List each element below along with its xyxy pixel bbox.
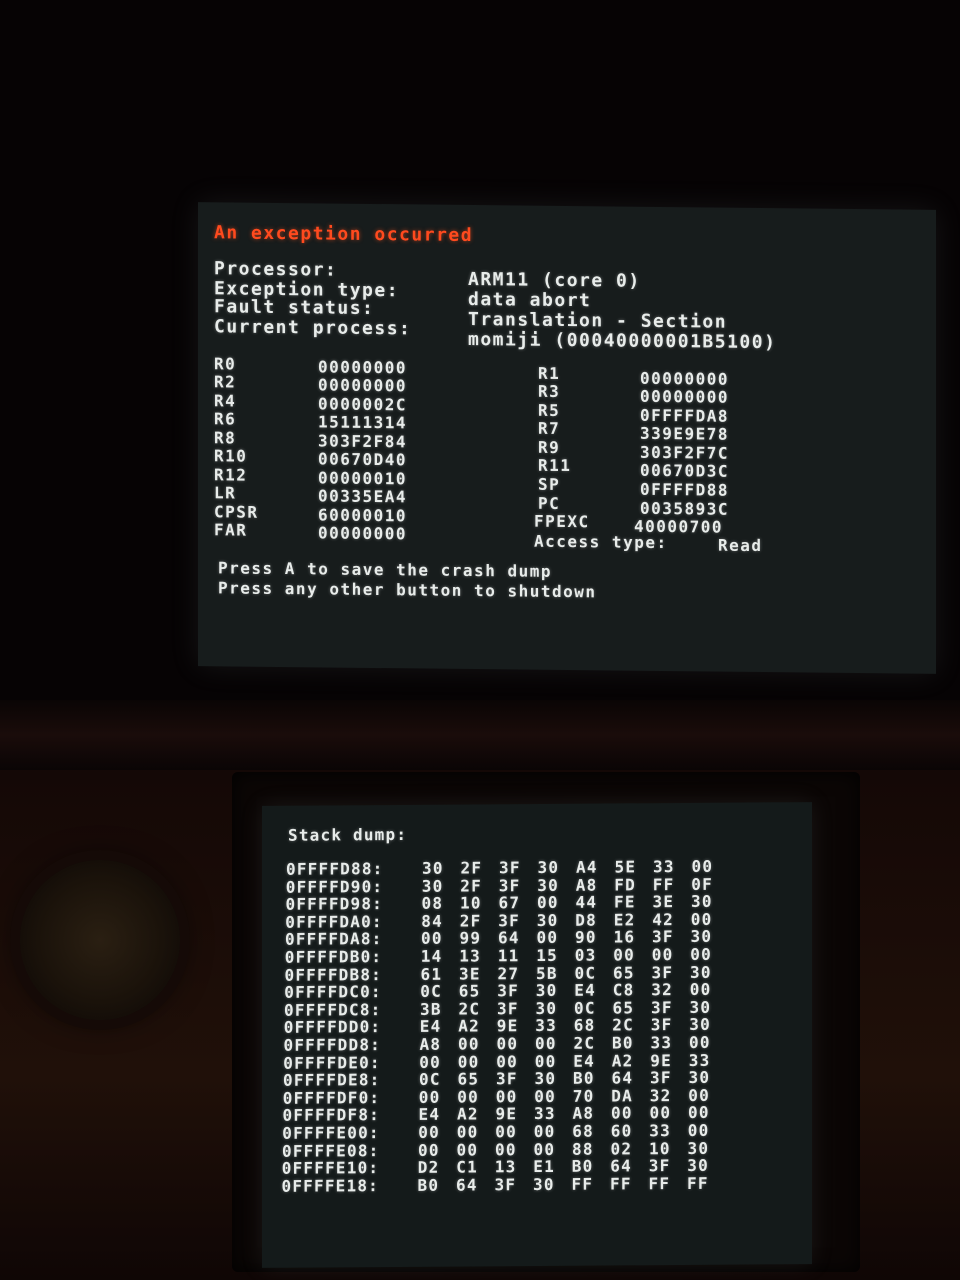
reg-value: 00000010 [318,468,408,489]
bottom-screen: Stack dump: 0FFFFD88: 30 2F 3F 30 A4 5E 3… [262,802,812,1268]
reg-value: 15111314 [318,412,408,433]
reg-name: R9 [538,437,561,457]
processor-label: Processor: [214,258,338,281]
reg-value: 303F2F7C [640,442,730,463]
reg-name: R7 [538,418,561,438]
stack-dump-title: Stack dump: [288,824,408,845]
reg-value: 60000010 [318,505,408,526]
current-process-value: momiji (00040000001B5100) [468,328,777,354]
reg-name: R6 [214,409,237,429]
reg-name: R0 [214,354,237,374]
reg-name: PC [538,493,561,513]
reg-value: 00000000 [640,386,730,407]
reg-name: R11 [538,455,572,476]
reg-name: SP [538,474,561,494]
reg-value: 00670D3C [640,460,730,481]
reg-name: R4 [214,391,237,411]
reg-name: R2 [214,372,237,392]
reg-name: FAR [214,520,248,540]
reg-name: R8 [214,428,237,448]
reg-name: R12 [214,465,248,485]
reg-name: R3 [538,381,561,401]
top-screen: An exception occurred Processor: ARM11 (… [198,202,936,674]
dump-address: 0FFFFE18: [281,1175,380,1196]
reg-name: LR [214,483,237,503]
device-hinge [0,700,960,770]
reg-value: 0FFFFDA8 [640,405,730,426]
reg-value: 0FFFFD88 [640,479,730,500]
circle-pad[interactable] [20,860,180,1020]
reg-name: CPSR [214,502,259,522]
exception-type-value: data abort [468,288,592,312]
reg-value: 303F2F84 [318,431,408,452]
reg-name: R10 [214,446,248,466]
reg-value: 00670D40 [318,449,408,470]
dump-bytes: B0 64 3F 30 FF FF FF FF [417,1173,709,1195]
current-process-label: Current process: [214,316,412,340]
reg-value: 00000000 [640,368,730,389]
save-dump-prompt: Press A to save the crash dump [218,558,552,581]
reg-value: 00000000 [318,375,408,396]
reg-name: R1 [538,363,561,383]
reg-value: 00335EA4 [318,486,408,507]
shutdown-prompt: Press any other button to shutdown [218,578,597,602]
reg-name: FPEXC [534,511,590,532]
reg-value: 0000002C [318,394,408,415]
access-type-label: Access type: [534,531,668,553]
reg-value: 0035893C [640,498,730,519]
reg-value: 00000000 [318,357,408,378]
access-type-value: Read [718,535,763,556]
reg-name: R5 [538,400,561,420]
exception-title: An exception occurred [214,222,474,247]
reg-value: 339E9E78 [640,423,730,444]
reg-value: 00000000 [318,523,408,544]
